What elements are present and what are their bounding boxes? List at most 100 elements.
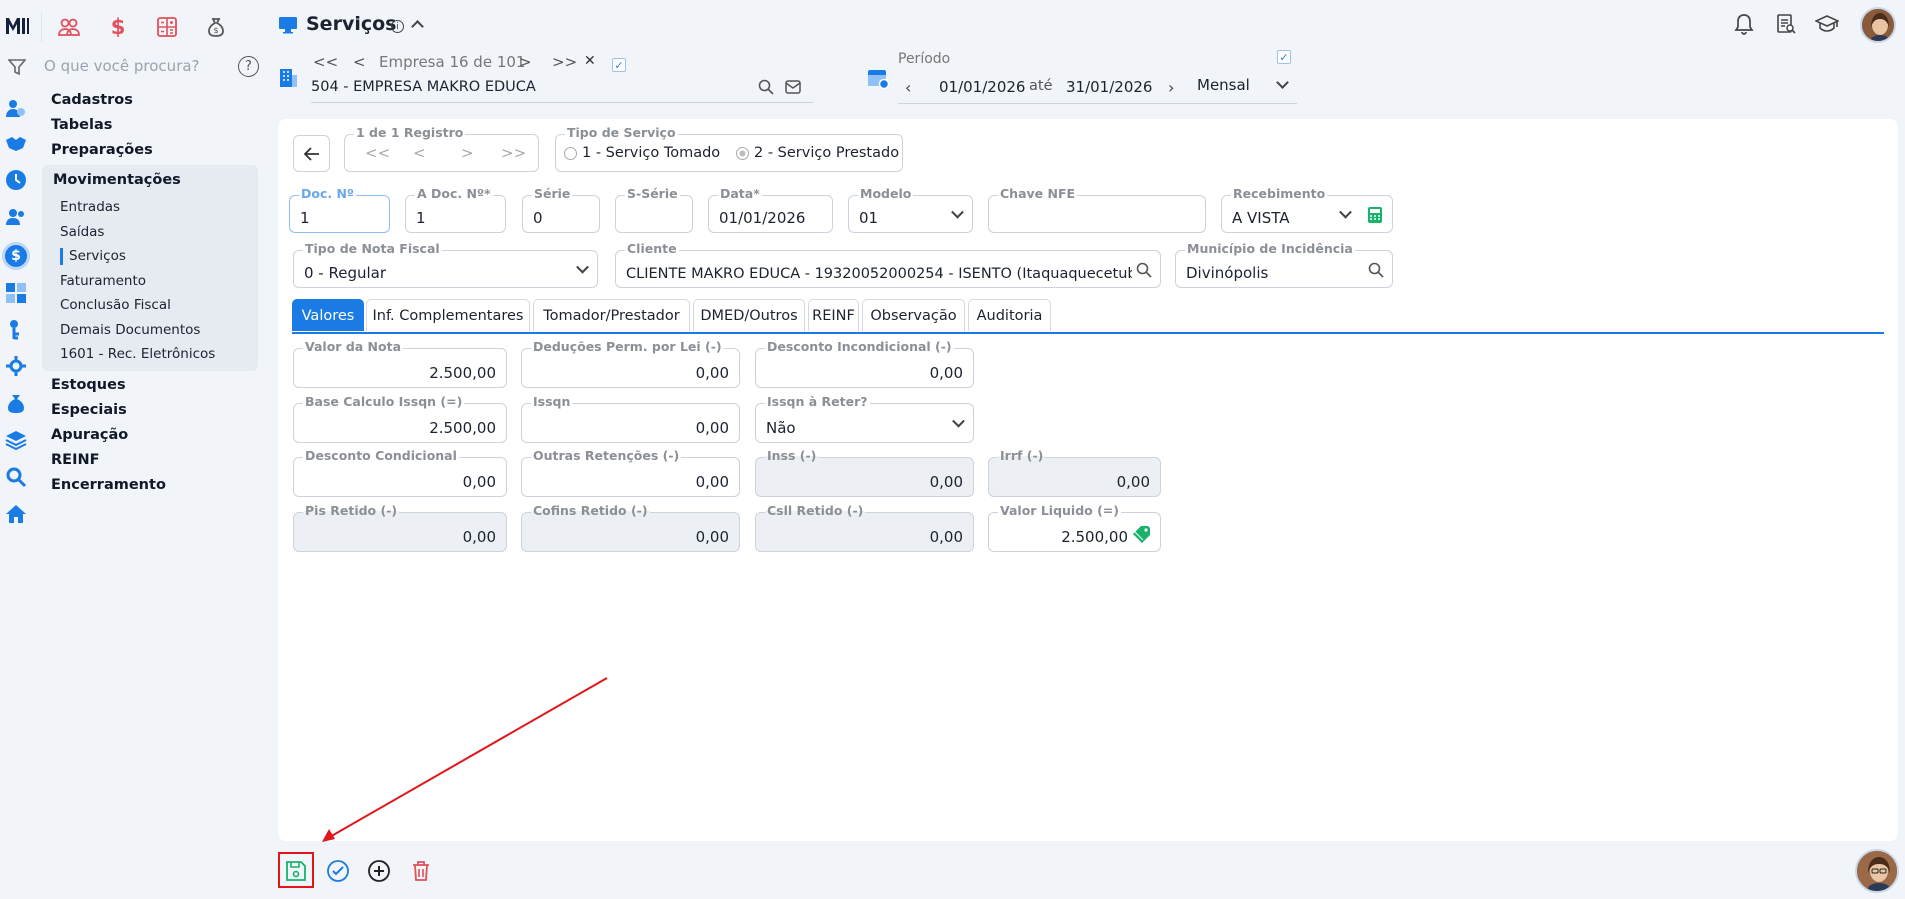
clock-icon[interactable] — [4, 168, 28, 192]
sidebar-item-reinf[interactable]: REINF — [51, 452, 100, 468]
empresa-close-button[interactable]: ✕ — [584, 53, 596, 69]
back-button[interactable] — [293, 135, 330, 172]
base-issqn-value[interactable]: 2.500,00 — [429, 419, 496, 437]
grid-calc-icon[interactable] — [4, 281, 28, 305]
empresa-checkbox[interactable]: ✓ — [612, 58, 626, 72]
base-issqn-field[interactable]: Base Calculo Issqn (=) 2.500,00 — [293, 393, 507, 443]
sidebar-item-apuracao[interactable]: Apuração — [51, 427, 128, 443]
sidebar-item-movimentacoes[interactable]: Movimentações — [53, 172, 181, 188]
doc-field[interactable]: Doc. Nº 1 — [289, 185, 390, 233]
radio-prestado-label[interactable]: 2 - Serviço Prestado — [754, 145, 899, 161]
confirm-icon[interactable] — [324, 857, 352, 885]
data-value[interactable]: 01/01/2026 — [719, 209, 805, 227]
serie-value[interactable]: 0 — [533, 209, 543, 227]
periodo-mode-select[interactable]: Mensal — [1197, 76, 1250, 94]
empresa-prev-button[interactable]: < — [353, 53, 366, 71]
adoc-field[interactable]: A Doc. Nº* 1 — [405, 185, 506, 233]
app-logo[interactable] — [4, 14, 30, 38]
periodo-mode-chevron-icon[interactable] — [1276, 76, 1289, 89]
sserie-field[interactable]: S-Série — [615, 185, 693, 233]
tipo-nota-value[interactable]: 0 - Regular — [304, 264, 386, 282]
issqn-reter-value[interactable]: Não — [766, 419, 796, 437]
tab-valores[interactable]: Valores — [292, 299, 364, 331]
add-icon[interactable] — [365, 857, 393, 885]
receb-value[interactable]: A VISTA — [1232, 209, 1290, 227]
tipo-nota-chevron-icon[interactable] — [576, 260, 589, 274]
recebimento-select[interactable]: Recebimento A VISTA — [1221, 185, 1393, 233]
desc-cond-value[interactable]: 0,00 — [463, 473, 496, 491]
radio-tomado[interactable] — [564, 147, 577, 160]
desc-incond-value[interactable]: 0,00 — [930, 364, 963, 382]
tab-dmed-outros[interactable]: DMED/Outros — [693, 299, 805, 331]
modelo-value[interactable]: 01 — [859, 209, 878, 227]
submenu-faturamento[interactable]: Faturamento — [60, 273, 146, 289]
sidebar-item-estoques[interactable]: Estoques — [51, 377, 126, 393]
periodo-checkbox[interactable]: ✓ — [1277, 50, 1291, 64]
valor-nota-field[interactable]: Valor da Nota 2.500,00 — [293, 338, 507, 388]
sidebar-item-tabelas[interactable]: Tabelas — [51, 117, 112, 133]
municipio-value[interactable]: Divinópolis — [1186, 264, 1268, 282]
issqn-field[interactable]: Issqn 0,00 — [521, 393, 740, 443]
collapse-chevron-icon[interactable] — [411, 20, 424, 33]
network-icon[interactable] — [4, 354, 28, 378]
report-icon[interactable] — [1776, 14, 1796, 38]
modelo-select[interactable]: Modelo 01 — [848, 185, 973, 233]
sidebar-item-cadastros[interactable]: Cadastros — [51, 92, 133, 108]
user-avatar[interactable] — [1860, 7, 1896, 43]
periodo-start[interactable]: 01/01/2026 — [939, 78, 1025, 96]
submenu-saidas[interactable]: Saídas — [60, 224, 104, 240]
cliente-field[interactable]: Cliente CLIENTE MAKRO EDUCA - 19320052000… — [615, 240, 1161, 288]
municipio-search-icon[interactable] — [1368, 262, 1384, 278]
tab-tomador-prestador[interactable]: Tomador/Prestador — [533, 299, 690, 331]
sidebar-item-encerramento[interactable]: Encerramento — [51, 477, 166, 493]
periodo-next-button[interactable]: › — [1168, 78, 1174, 97]
cliente-search-icon[interactable] — [1136, 262, 1152, 278]
periodo-prev-button[interactable]: ‹ — [905, 78, 911, 97]
layers-icon[interactable] — [4, 428, 28, 452]
help-icon[interactable]: ? — [238, 56, 259, 77]
dollar-circle-icon[interactable]: $ — [2, 242, 30, 270]
home-icon[interactable] — [4, 502, 28, 526]
outras-ret-field[interactable]: Outras Retenções (-) 0,00 — [521, 447, 740, 497]
registro-first-button[interactable]: << — [365, 144, 390, 162]
registro-next-button[interactable]: > — [461, 144, 474, 162]
assistant-avatar[interactable] — [1855, 849, 1899, 893]
desc-incond-field[interactable]: Desconto Incondicional (-) 0,00 — [755, 338, 974, 388]
search-rail-icon[interactable] — [4, 465, 28, 489]
registro-last-button[interactable]: >> — [501, 144, 526, 162]
empresa-next-button[interactable]: > — [519, 53, 532, 71]
submenu-conclusao-fiscal[interactable]: Conclusão Fiscal — [60, 297, 171, 313]
serie-field[interactable]: Série 0 — [522, 185, 600, 233]
outras-ret-value[interactable]: 0,00 — [696, 473, 729, 491]
cliente-value[interactable]: CLIENTE MAKRO EDUCA - 19320052000254 - I… — [626, 266, 1132, 282]
data-field[interactable]: Data* 01/01/2026 — [708, 185, 833, 233]
radio-tomado-label[interactable]: 1 - Serviço Tomado — [582, 145, 720, 161]
empresa-last-button[interactable]: >> — [552, 53, 577, 71]
submenu-servicos[interactable]: Serviços — [69, 248, 126, 264]
filter-icon[interactable] — [8, 58, 26, 76]
periodo-end[interactable]: 31/01/2026 — [1066, 78, 1152, 96]
submenu-rec-eletronicos[interactable]: 1601 - Rec. Eletrônicos — [60, 346, 215, 362]
graduation-cap-icon[interactable] — [1814, 15, 1840, 37]
calculator-icon[interactable] — [150, 12, 184, 42]
issqn-reter-chevron-icon[interactable] — [952, 414, 965, 428]
sidebar-item-especiais[interactable]: Especiais — [51, 402, 127, 418]
tab-observacao[interactable]: Observação — [862, 299, 965, 331]
dollar-icon[interactable]: $ — [101, 12, 135, 42]
calculator-green-icon[interactable] — [1367, 206, 1383, 224]
doc-value[interactable]: 1 — [300, 209, 310, 227]
handshake-icon[interactable] — [4, 131, 28, 155]
tipo-nota-select[interactable]: Tipo de Nota Fiscal 0 - Regular — [293, 240, 598, 288]
submenu-demais-documentos[interactable]: Demais Documentos — [60, 322, 200, 338]
menu-search-input[interactable] — [44, 57, 214, 75]
people-icon[interactable] — [52, 12, 86, 42]
submenu-entradas[interactable]: Entradas — [60, 199, 120, 215]
delete-icon[interactable] — [407, 857, 435, 885]
money-bag-rail-icon[interactable] — [4, 391, 28, 415]
chave-nfe-field[interactable]: Chave NFE — [988, 185, 1206, 233]
empresa-first-button[interactable]: << — [313, 53, 338, 71]
municipio-field[interactable]: Município de Incidência Divinópolis — [1175, 240, 1393, 288]
empresa-search-icon[interactable] — [758, 79, 774, 99]
receb-chevron-icon[interactable] — [1339, 205, 1352, 219]
key-user-icon[interactable] — [4, 317, 28, 341]
